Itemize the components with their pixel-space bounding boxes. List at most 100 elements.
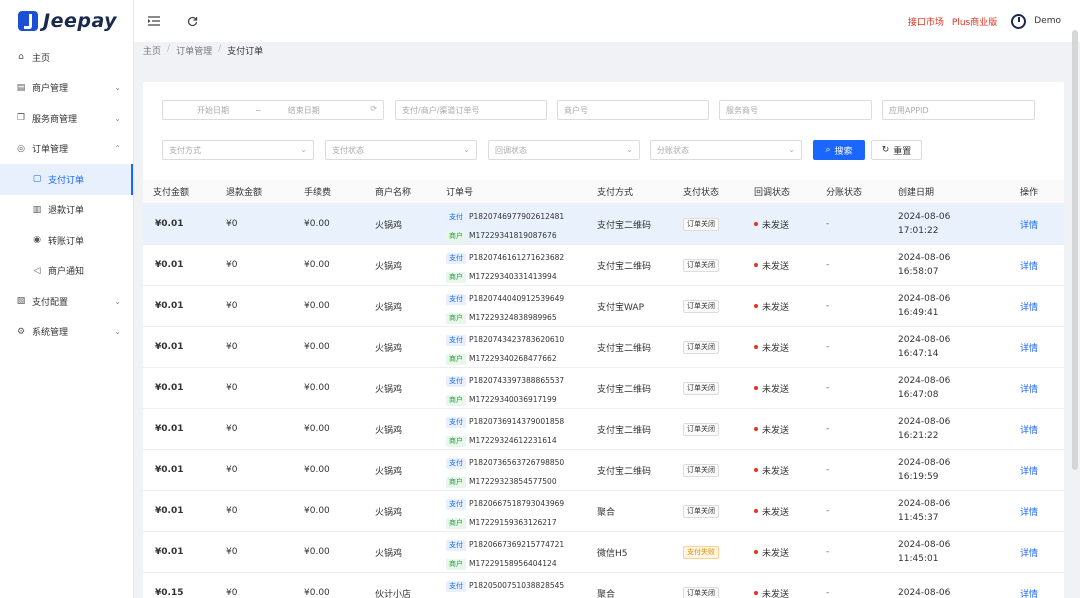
isv-no-input[interactable]: 服务商号 [719, 100, 872, 120]
mch-name: 火锅鸡 [375, 548, 403, 559]
sidebar-item-3[interactable]: ◎ 订单管理 ⌃ [0, 134, 133, 165]
date-range-picker[interactable]: 开始日期 ~ 结束日期 ⟳ [162, 100, 384, 120]
sidebar-item-9[interactable]: ⚙ 系统管理 ⌄ [0, 317, 133, 348]
sidebar-item-1[interactable]: ▤ 商户管理 ⌄ [0, 73, 133, 104]
detail-link[interactable]: 详情 [1020, 464, 1038, 477]
mch-no-input[interactable]: 商户号 [557, 100, 709, 120]
detail-link[interactable]: 详情 [1020, 300, 1038, 313]
table-row[interactable]: ¥0.15 ¥0 ¥0.00 伙计小店 支付 P18205007510388285… [143, 573, 1064, 598]
way-code-select[interactable]: 支付方式 ⌄ [162, 140, 314, 160]
refund-amount: ¥0 [226, 219, 238, 229]
pay-order-no[interactable]: P1820667369215774721 [469, 540, 564, 549]
created-at: 2024-08-06 16:19:59 [898, 456, 950, 484]
table-row[interactable]: ¥0.01 ¥0 ¥0.00 火锅鸡 支付 P182066736921577472… [143, 532, 1064, 573]
pay-order-no[interactable]: P1820500751038828545 [469, 581, 564, 590]
orders-table: 支付金额 退款金额 手续费 商户名称 订单号 支付方式 支付状态 回调状态 分账状态 创建日期 操作… [143, 180, 1064, 598]
sidebar-item-6[interactable]: ◉ 转账订单 [0, 225, 133, 256]
refund-amount: ¥0 [226, 424, 238, 434]
mch-order-no[interactable]: M17229324612231614 [469, 436, 557, 445]
table-row[interactable]: ¥0.01 ¥0 ¥0.00 火锅鸡 支付 P182074339738886553… [143, 368, 1064, 409]
table-row[interactable]: ¥0.01 ¥0 ¥0.00 火锅鸡 支付 P182073691437900185… [143, 409, 1064, 450]
table-row[interactable]: ¥0.01 ¥0 ¥0.00 火锅鸡 支付 P182074697790261248… [143, 204, 1064, 245]
search-button[interactable]: ⌕ 搜索 [813, 140, 865, 160]
detail-link[interactable]: 详情 [1020, 218, 1038, 231]
sidebar-item-label: 支付订单 [48, 175, 85, 186]
pay-order-no[interactable]: P1820736914379001858 [469, 417, 564, 426]
pay-amount: ¥0.01 [155, 342, 184, 352]
sidebar-item-8[interactable]: ▧ 支付配置 ⌄ [0, 286, 133, 317]
pay-order-no[interactable]: P1820744040912539649 [469, 294, 564, 303]
sidebar-item-7[interactable]: ◁ 商户通知 [0, 256, 133, 287]
table-row[interactable]: ¥0.01 ¥0 ¥0.00 火锅鸡 支付 P182073656372679885… [143, 450, 1064, 491]
notify-state-label: 未发送 [762, 589, 790, 598]
status-badge: 订单关闭 [683, 504, 719, 518]
app-id-input[interactable]: 应用APPID [882, 100, 1035, 120]
logo[interactable]: Jeepay [0, 0, 133, 42]
division-state-select[interactable]: 分账状态 ⌄ [650, 140, 802, 160]
sidebar-item-2[interactable]: ❐ 服务商管理 ⌄ [0, 103, 133, 134]
pay-order-no[interactable]: P1820743397388865537 [469, 376, 564, 385]
detail-link[interactable]: 详情 [1020, 382, 1038, 395]
table-row[interactable]: ¥0.01 ¥0 ¥0.00 火锅鸡 支付 P182074404091253964… [143, 286, 1064, 327]
table-row[interactable]: ¥0.01 ¥0 ¥0.00 火锅鸡 支付 P182074342378362061… [143, 327, 1064, 368]
pay-order-no[interactable]: P1820746977902612481 [469, 212, 564, 221]
sidebar-menu: ⌂ 主页 ▤ 商户管理 ⌄ ❐ 服务商管理 ⌄ ◎ 订单管理 ⌃ ▢ 支付订单 ▥ 退款订单 ◉ 转账订单 ◁ 商户… [0, 42, 133, 347]
division-state: - [826, 260, 830, 270]
detail-link[interactable]: 详情 [1020, 341, 1038, 354]
plus-edition-link[interactable]: Plus商业版 [952, 15, 997, 28]
reset-button[interactable]: ↻ 重置 [871, 140, 922, 160]
column-header: 支付方式 [597, 188, 634, 198]
start-date-input[interactable]: 开始日期 [197, 105, 229, 116]
pay-order-no[interactable]: P1820743423783620610 [469, 335, 564, 344]
end-date-input[interactable]: 结束日期 [288, 105, 320, 116]
menu-fold-icon[interactable] [144, 11, 164, 31]
pay-order-no[interactable]: P1820667518793043969 [469, 499, 564, 508]
mch-order-no[interactable]: M17229340331413994 [469, 272, 557, 281]
pay-order-no[interactable]: P1820736563726798850 [469, 458, 564, 467]
sidebar-item-0[interactable]: ⌂ 主页 [0, 42, 133, 73]
sidebar-item-4[interactable]: ▢ 支付订单 [0, 164, 133, 195]
mch-order-no[interactable]: M17229340268477662 [469, 354, 557, 363]
fee-amount: ¥0.00 [304, 383, 330, 393]
store-icon: ▤ [16, 82, 26, 93]
pay-amount: ¥0.01 [155, 301, 184, 311]
pay-order-no[interactable]: P1820746161271623682 [469, 253, 564, 262]
chevron-up-icon: ⌃ [114, 144, 121, 154]
refund-amount: ¥0 [226, 342, 238, 352]
order-no-input[interactable]: 支付/商户/渠道订单号 [395, 100, 547, 120]
user-name[interactable]: Demo [1034, 16, 1061, 26]
api-market-link[interactable]: 接口市场 [908, 15, 944, 28]
sidebar-item-5[interactable]: ▥ 退款订单 [0, 195, 133, 226]
way-code: 聚合 [597, 507, 616, 518]
detail-link[interactable]: 详情 [1020, 423, 1038, 436]
mch-order-no[interactable]: M17229341819087676 [469, 231, 557, 240]
column-header[interactable]: 创建日期 [898, 185, 934, 198]
mch-order-no[interactable]: M17229340036917199 [469, 395, 557, 404]
detail-link[interactable]: 详情 [1020, 546, 1038, 559]
detail-link[interactable]: 详情 [1020, 259, 1038, 272]
detail-link[interactable]: 详情 [1020, 505, 1038, 518]
mch-name: 火锅鸡 [375, 261, 403, 272]
sidebar-item-label: 服务商管理 [32, 114, 78, 125]
status-badge: 订单关闭 [683, 586, 719, 598]
detail-link[interactable]: 详情 [1020, 587, 1038, 598]
breadcrumb-orders[interactable]: 订单管理 [176, 44, 212, 57]
breadcrumb-home[interactable]: 主页 [143, 44, 161, 57]
created-at: 2024-08-06 16:47:14 [898, 333, 950, 361]
status-badge: 订单关闭 [683, 381, 719, 395]
mch-order-no[interactable]: M17229159363126217 [469, 518, 557, 527]
notify-state: 未发送 [754, 259, 789, 272]
mch-order-no[interactable]: M17229323854577500 [469, 477, 557, 486]
table-row[interactable]: ¥0.01 ¥0 ¥0.00 火锅鸡 支付 P182066751879304396… [143, 491, 1064, 532]
mch-order-no[interactable]: M17229158956404124 [469, 559, 557, 568]
state-select[interactable]: 支付状态 ⌄ [325, 140, 477, 160]
user-avatar-icon[interactable] [1011, 13, 1027, 29]
reset-button-label: 重置 [893, 146, 912, 157]
mch-order-no[interactable]: M17229324838989965 [469, 313, 557, 322]
notify-icon: ◁ [33, 265, 41, 276]
refresh-icon[interactable] [182, 11, 202, 31]
notify-state-select[interactable]: 回调状态 ⌄ [488, 140, 640, 160]
sidebar-item-label: 主页 [32, 53, 51, 64]
page-scrollbar[interactable] [1072, 30, 1078, 470]
table-row[interactable]: ¥0.01 ¥0 ¥0.00 火锅鸡 支付 P182074616127162368… [143, 245, 1064, 286]
